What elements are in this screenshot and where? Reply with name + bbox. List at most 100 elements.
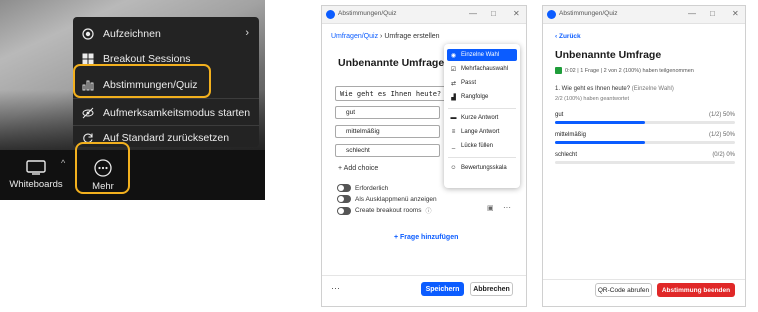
record-icon <box>81 27 95 41</box>
answer-row: schlecht (0/2) 0% <box>555 152 735 158</box>
close-icon[interactable]: ✕ <box>732 9 739 18</box>
poll-meta: 0:02 | 1 Frage | 2 von 2 (100%) haben te… <box>555 67 694 74</box>
rank-icon: ▟ <box>451 94 456 101</box>
question-type-long-answer[interactable]: ≡ Lange Antwort <box>447 126 517 138</box>
add-question-button[interactable]: + Frage hinzufügen <box>394 234 458 241</box>
toggle-label: Erforderlich <box>355 184 389 192</box>
chevron-right-icon: › <box>245 27 249 39</box>
answer-label: schlecht <box>555 152 578 158</box>
poll-title[interactable]: Unbenannte Umfrage <box>338 57 444 69</box>
minimize-icon[interactable]: — <box>469 9 477 18</box>
maximize-icon[interactable]: □ <box>491 9 496 18</box>
question-type-rank[interactable]: ▟ Rangfolge <box>447 91 517 103</box>
info-icon[interactable]: ⓘ <box>425 206 431 215</box>
title-bar: Abstimmungen/Quiz — □ ✕ <box>322 6 526 24</box>
menu-item-label: Aufmerksamkeitsmodus starten <box>103 107 251 119</box>
question-type-single-choice[interactable]: ◉ Einzelne Wahl <box>447 49 517 61</box>
end-poll-button[interactable]: Abstimmung beenden <box>657 283 735 297</box>
question-label: 1. Wie geht es Ihnen heute? <box>555 86 631 92</box>
meeting-window: Aufzeichnen › Breakout Sessions Abstimmu… <box>0 0 265 200</box>
question-type-label: Lücke füllen <box>461 143 494 149</box>
breadcrumb: Umfragen/Quiz › Umfrage erstellen <box>331 33 440 40</box>
fill-blank-icon: _ <box>451 143 456 149</box>
answer-result: (1/2) 50% <box>708 112 735 118</box>
answer-result: (1/2) 50% <box>708 132 735 138</box>
long-answer-icon: ≡ <box>451 129 456 135</box>
question-type-label: Einzelne Wahl <box>461 52 500 58</box>
choice-input[interactable]: schlecht <box>335 144 440 157</box>
answer-bar-fill <box>555 141 645 144</box>
close-icon[interactable]: ✕ <box>513 9 520 18</box>
toggle-switch[interactable] <box>337 195 351 203</box>
poll-results-window: Abstimmungen/Quiz — □ ✕ ‹ Zurück Unbenan… <box>542 5 746 307</box>
back-link[interactable]: ‹ Zurück <box>555 33 581 40</box>
poll-meta-text: 0:02 | 1 Frage | 2 von 2 (100%) haben te… <box>565 67 694 74</box>
question-type-label: Rangfolge <box>461 94 489 100</box>
qr-code-button[interactable]: QR-Code abrufen <box>595 283 652 297</box>
add-choice-link[interactable]: + Add choice <box>338 165 378 172</box>
question-type-label: (Einzelne Wahl) <box>631 86 674 92</box>
polls-highlight-frame <box>73 64 211 98</box>
toggle-label: Als Ausklappmenü anzeigen <box>355 195 437 203</box>
question-type-multiple-choice[interactable]: ☑ Mehrfachauswahl <box>447 63 517 75</box>
chevron-up-icon[interactable]: ^ <box>61 158 65 168</box>
toggle-required[interactable]: Erforderlich <box>337 184 388 192</box>
poll-status-icon <box>555 67 562 74</box>
radio-icon: ◉ <box>450 52 457 59</box>
whiteboards-label: Whiteboards <box>9 179 63 190</box>
toggle-breakout[interactable]: Create breakout rooms ⓘ <box>337 206 432 215</box>
image-icon[interactable]: ▣ <box>487 204 494 212</box>
choice-input[interactable]: mittelmäßig <box>335 125 440 138</box>
menu-divider <box>73 98 259 99</box>
answered-count: 2/2 (100%) haben geantwortet <box>555 96 629 102</box>
breadcrumb-link[interactable]: Umfragen/Quiz <box>331 33 378 40</box>
save-button[interactable]: Speichern <box>421 282 464 296</box>
checkbox-icon: ☑ <box>450 66 457 73</box>
footer-divider <box>322 275 526 276</box>
question-type-rating[interactable]: ☺ Bewertungsskala <box>447 162 517 174</box>
question-type-label: Kurze Antwort <box>461 115 499 121</box>
maximize-icon[interactable]: □ <box>710 9 715 18</box>
poll-title: Unbenannte Umfrage <box>555 49 662 61</box>
answer-bar-fill <box>555 121 645 124</box>
title-bar: Abstimmungen/Quiz — □ ✕ <box>543 6 745 24</box>
whiteboard-icon <box>26 160 46 175</box>
footer-more-button[interactable]: ··· <box>331 283 340 293</box>
dropdown-divider <box>448 157 516 158</box>
choice-input[interactable]: gut <box>335 106 440 119</box>
answer-label: mittelmäßig <box>555 132 587 138</box>
answer-label: gut <box>555 112 564 118</box>
create-poll-window: Abstimmungen/Quiz — □ ✕ Umfragen/Quiz › … <box>321 5 527 307</box>
cancel-button[interactable]: Abbrechen <box>470 282 513 296</box>
short-answer-icon: ▬ <box>450 115 457 121</box>
answer-result: (0/2) 0% <box>712 152 735 158</box>
menu-item-focus-mode[interactable]: Aufmerksamkeitsmodus starten <box>73 101 259 125</box>
menu-item-record[interactable]: Aufzeichnen › <box>73 22 259 46</box>
answer-bar <box>555 161 735 164</box>
window-title: Abstimmungen/Quiz <box>338 10 397 17</box>
answer-bar <box>555 141 735 144</box>
question-type-short-answer[interactable]: ▬ Kurze Antwort <box>447 112 517 124</box>
footer-divider <box>543 279 745 280</box>
breadcrumb-separator: › <box>380 33 383 40</box>
app-icon <box>326 10 335 19</box>
toggle-switch[interactable] <box>337 206 351 215</box>
question-type-label: Lange Antwort <box>461 129 500 135</box>
dropdown-divider <box>448 108 516 109</box>
whiteboards-button[interactable]: Whiteboards <box>9 150 63 200</box>
minimize-icon[interactable]: — <box>688 9 696 18</box>
question-type-dropdown: ◉ Einzelne Wahl ☑ Mehrfachauswahl ⇄ Pass… <box>444 44 520 188</box>
app-icon <box>547 10 556 19</box>
question-type-match[interactable]: ⇄ Passt <box>447 77 517 89</box>
breadcrumb-current: Umfrage erstellen <box>384 33 440 40</box>
more-highlight-frame <box>75 142 130 194</box>
question-type-fill-blank[interactable]: _ Lücke füllen <box>447 140 517 152</box>
toggle-label: Create breakout rooms <box>355 207 422 214</box>
focus-mode-icon <box>81 106 95 120</box>
answer-row: mittelmäßig (1/2) 50% <box>555 132 735 138</box>
toggle-switch[interactable] <box>337 184 351 192</box>
menu-item-label: Aufzeichnen <box>103 28 161 40</box>
toggle-dropdown[interactable]: Als Ausklappmenü anzeigen <box>337 195 437 203</box>
more-options-icon[interactable]: ··· <box>503 203 511 212</box>
meeting-toolbar: Whiteboards Mehr <box>0 150 265 200</box>
